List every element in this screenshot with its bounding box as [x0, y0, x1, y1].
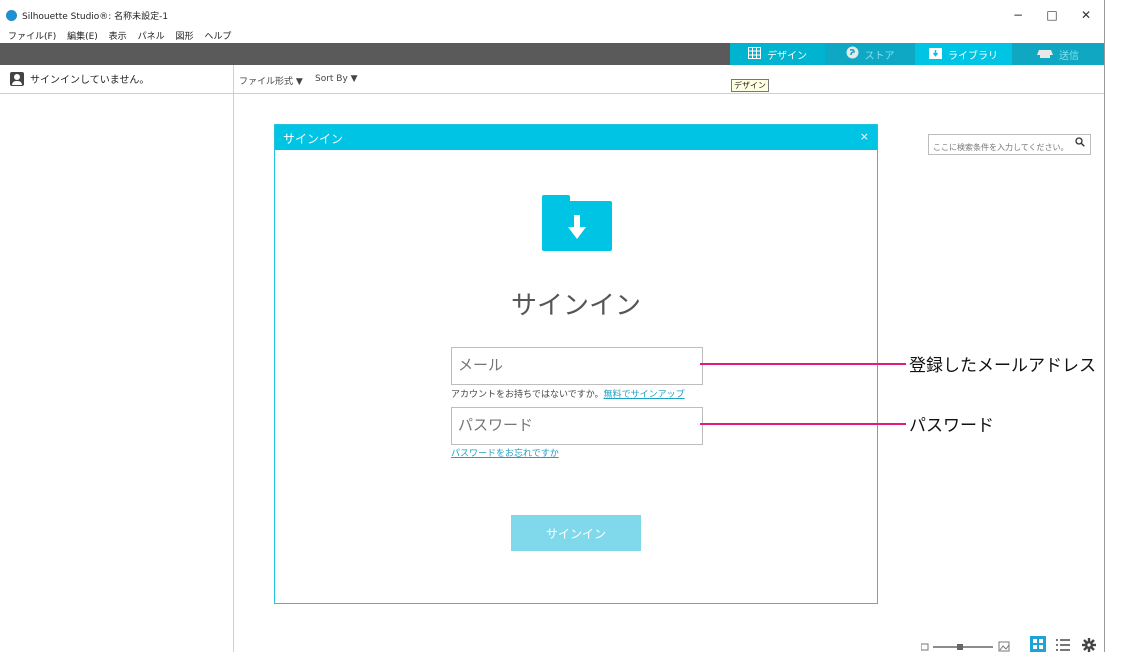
cutter-icon [1037, 47, 1053, 61]
title-bar: Silhouette Studio®: 名称未設定-1 − □ ✕ [0, 0, 1104, 28]
sidebar-divider [233, 65, 234, 652]
email-annotation: 登録したメールアドレス [909, 356, 1096, 376]
store-logo-icon [846, 46, 859, 62]
close-button[interactable]: ✕ [1076, 8, 1096, 22]
menu-file[interactable]: ファイル(F) [8, 32, 56, 42]
password-input[interactable] [452, 408, 704, 442]
tab-library[interactable]: ライブラリ [915, 43, 1012, 65]
grid-view-icon[interactable] [1030, 636, 1046, 656]
dialog-heading: サインイン [510, 291, 641, 321]
tab-send[interactable]: 送信 [1012, 43, 1104, 65]
minimize-button[interactable]: − [1008, 8, 1028, 22]
tab-send-label: 送信 [1059, 50, 1079, 62]
sort-by-dropdown[interactable]: Sort By ▼ [315, 74, 358, 84]
list-view-icon[interactable] [1056, 637, 1070, 656]
tab-design[interactable]: デザイン [730, 43, 825, 65]
zoom-slider[interactable] [920, 638, 1011, 657]
dialog-close-button[interactable]: × [860, 130, 869, 143]
signup-prompt: アカウントをお持ちではないですか。無料でサインアップ [451, 387, 685, 400]
email-field[interactable] [451, 347, 704, 385]
email-input[interactable] [452, 348, 704, 382]
menu-edit[interactable]: 編集(E) [67, 32, 98, 42]
library-download-icon [929, 47, 942, 62]
tab-store-label: ストア [864, 50, 895, 62]
dialog-title: サインイン [283, 132, 344, 146]
signin-status-label: サインインしていません。 [30, 75, 150, 86]
maximize-button[interactable]: □ [1042, 8, 1062, 22]
no-account-text: アカウントをお持ちではないですか。 [451, 390, 604, 400]
grid-icon [748, 46, 761, 62]
password-field[interactable] [451, 407, 704, 445]
search-icon[interactable] [1075, 137, 1085, 150]
email-annotation-line [700, 363, 906, 365]
user-icon [10, 71, 24, 86]
search-input[interactable] [929, 139, 1072, 156]
dialog-header: サインイン × [275, 125, 877, 150]
app-window: Silhouette Studio®: 名称未設定-1 − □ ✕ ファイル(F… [0, 0, 1105, 652]
password-annotation-line [700, 423, 906, 425]
tab-design-label: デザイン [767, 50, 807, 62]
nav-bar: デザイン ストア ライブラリ 送信 [0, 43, 1104, 65]
menu-view[interactable]: 表示 [109, 32, 127, 42]
signin-status[interactable]: サインインしていません。 [10, 71, 149, 86]
search-box[interactable] [928, 134, 1091, 156]
folder-download-icon [542, 195, 612, 251]
silhouette-logo-icon [6, 10, 17, 21]
password-annotation: パスワード [909, 416, 994, 436]
menu-help[interactable]: ヘルプ [204, 32, 231, 42]
tab-library-label: ライブラリ [948, 50, 998, 62]
window-title: Silhouette Studio®: 名称未設定-1 [22, 12, 169, 22]
forgot-password-link[interactable]: パスワードをお忘れですか [451, 449, 559, 459]
menu-bar: ファイル(F) 編集(E) 表示 パネル 図形 ヘルプ [8, 29, 239, 43]
gear-icon[interactable] [1082, 637, 1096, 656]
signup-link[interactable]: 無料でサインアップ [604, 390, 685, 400]
library-toolbar: サインインしていません。 ファイル形式 ▼ Sort By ▼ [0, 65, 1104, 156]
menu-panel[interactable]: パネル [138, 32, 165, 42]
menu-shapes[interactable]: 図形 [175, 32, 193, 42]
tab-store[interactable]: ストア [825, 43, 915, 65]
design-tooltip: デザイン [731, 79, 769, 92]
file-format-filter[interactable]: ファイル形式 ▼ [239, 74, 303, 87]
forgot-password: パスワードをお忘れですか [451, 446, 559, 459]
signin-button[interactable]: サインイン [511, 515, 641, 551]
